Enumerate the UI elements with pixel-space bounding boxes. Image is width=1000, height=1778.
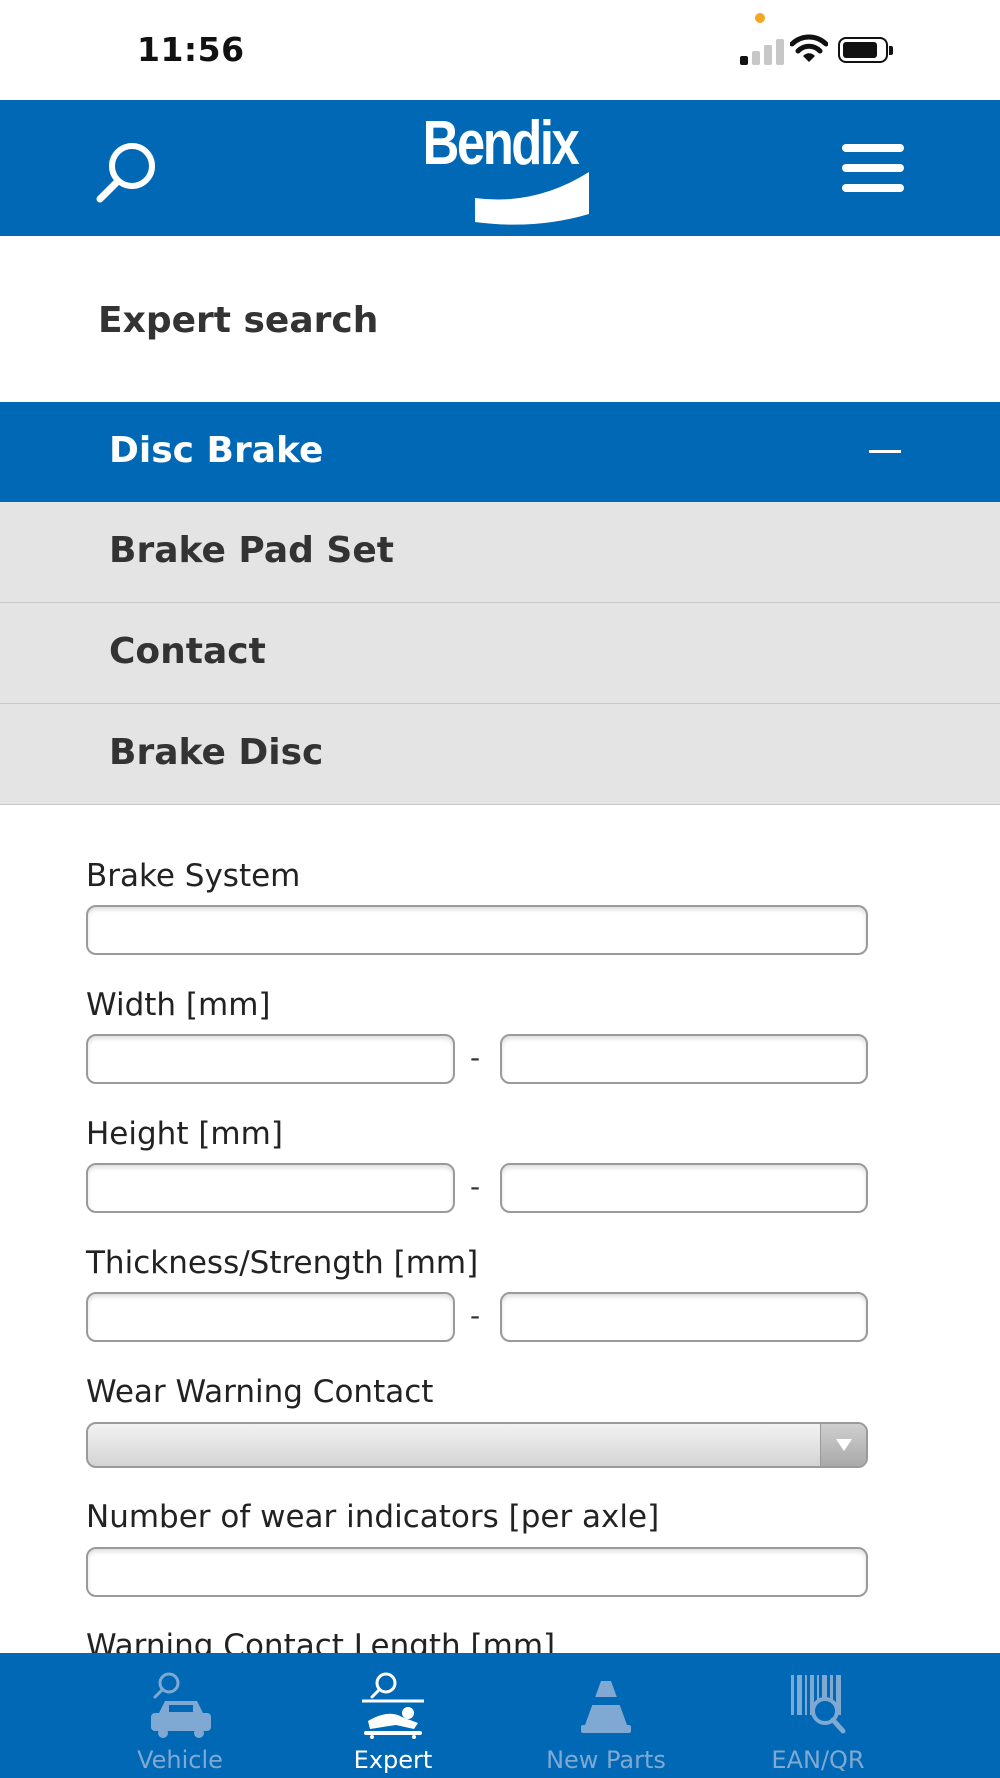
thickness-label: Thickness/Strength [mm]: [86, 1245, 479, 1281]
accordion-item-label: Disc Brake: [109, 430, 324, 471]
tab-label: Vehicle: [137, 1746, 223, 1774]
height-to-input[interactable]: [500, 1163, 868, 1213]
thickness-from-input[interactable]: [86, 1292, 455, 1342]
thickness-range-separator: -: [470, 1299, 481, 1332]
thickness-to-input[interactable]: [500, 1292, 868, 1342]
accordion-item-label: Brake Disc: [109, 732, 324, 773]
wear-warning-contact-label: Wear Warning Contact: [86, 1374, 434, 1410]
mechanic-search-icon: [362, 1672, 424, 1739]
wear-indicators-input[interactable]: [86, 1547, 868, 1597]
tab-expert[interactable]: Expert: [293, 1653, 493, 1778]
accordion-item-brake-pad-set[interactable]: Brake Pad Set: [0, 502, 1000, 603]
brake-system-input[interactable]: [86, 905, 868, 955]
tab-label: Expert: [353, 1746, 433, 1774]
barcode-search-icon: [791, 1675, 846, 1734]
hamburger-menu-icon[interactable]: [842, 144, 904, 194]
brake-system-label: Brake System: [86, 858, 301, 894]
width-label: Width [mm]: [86, 987, 271, 1023]
bendix-logo[interactable]: Bendix: [405, 108, 595, 228]
bottom-tab-bar: Vehicle Expert New Parts EAN/QR: [0, 1653, 1000, 1778]
status-bar: 11:56: [0, 0, 1000, 100]
height-range-separator: -: [470, 1170, 481, 1203]
tab-label: EAN/QR: [771, 1746, 865, 1774]
width-range-separator: -: [470, 1041, 481, 1074]
wifi-icon: [790, 34, 828, 62]
accordion-item-label: Contact: [109, 631, 266, 672]
category-accordion: Disc Brake Brake Pad Set Contact Brake D…: [0, 402, 1000, 805]
collapse-minus-icon[interactable]: [869, 450, 901, 453]
privacy-indicator-dot: [755, 13, 765, 23]
accordion-item-disc-brake[interactable]: Disc Brake: [0, 402, 1000, 502]
traffic-cone-icon: [581, 1681, 631, 1733]
accordion-item-label: Brake Pad Set: [109, 530, 394, 571]
search-icon[interactable]: [92, 136, 162, 206]
height-from-input[interactable]: [86, 1163, 455, 1213]
app-header: Bendix: [0, 100, 1000, 236]
wear-warning-contact-select[interactable]: [86, 1422, 868, 1468]
tab-vehicle[interactable]: Vehicle: [80, 1653, 280, 1778]
cellular-signal-icon: [740, 37, 784, 65]
battery-icon: [838, 37, 893, 63]
wear-indicators-label: Number of wear indicators [per axle]: [86, 1499, 660, 1535]
width-from-input[interactable]: [86, 1034, 455, 1084]
accordion-item-contact[interactable]: Contact: [0, 603, 1000, 704]
chevron-down-icon: [836, 1439, 852, 1451]
width-to-input[interactable]: [500, 1034, 868, 1084]
car-search-icon: [151, 1672, 211, 1738]
accordion-item-brake-disc[interactable]: Brake Disc: [0, 704, 1000, 805]
tab-new-parts[interactable]: New Parts: [506, 1653, 706, 1778]
page-title: Expert search: [98, 300, 379, 341]
height-label: Height [mm]: [86, 1116, 283, 1152]
tab-label: New Parts: [546, 1746, 666, 1774]
status-time: 11:56: [137, 30, 245, 69]
dropdown-arrow-button[interactable]: [820, 1424, 866, 1466]
tab-ean-qr[interactable]: EAN/QR: [718, 1653, 918, 1778]
